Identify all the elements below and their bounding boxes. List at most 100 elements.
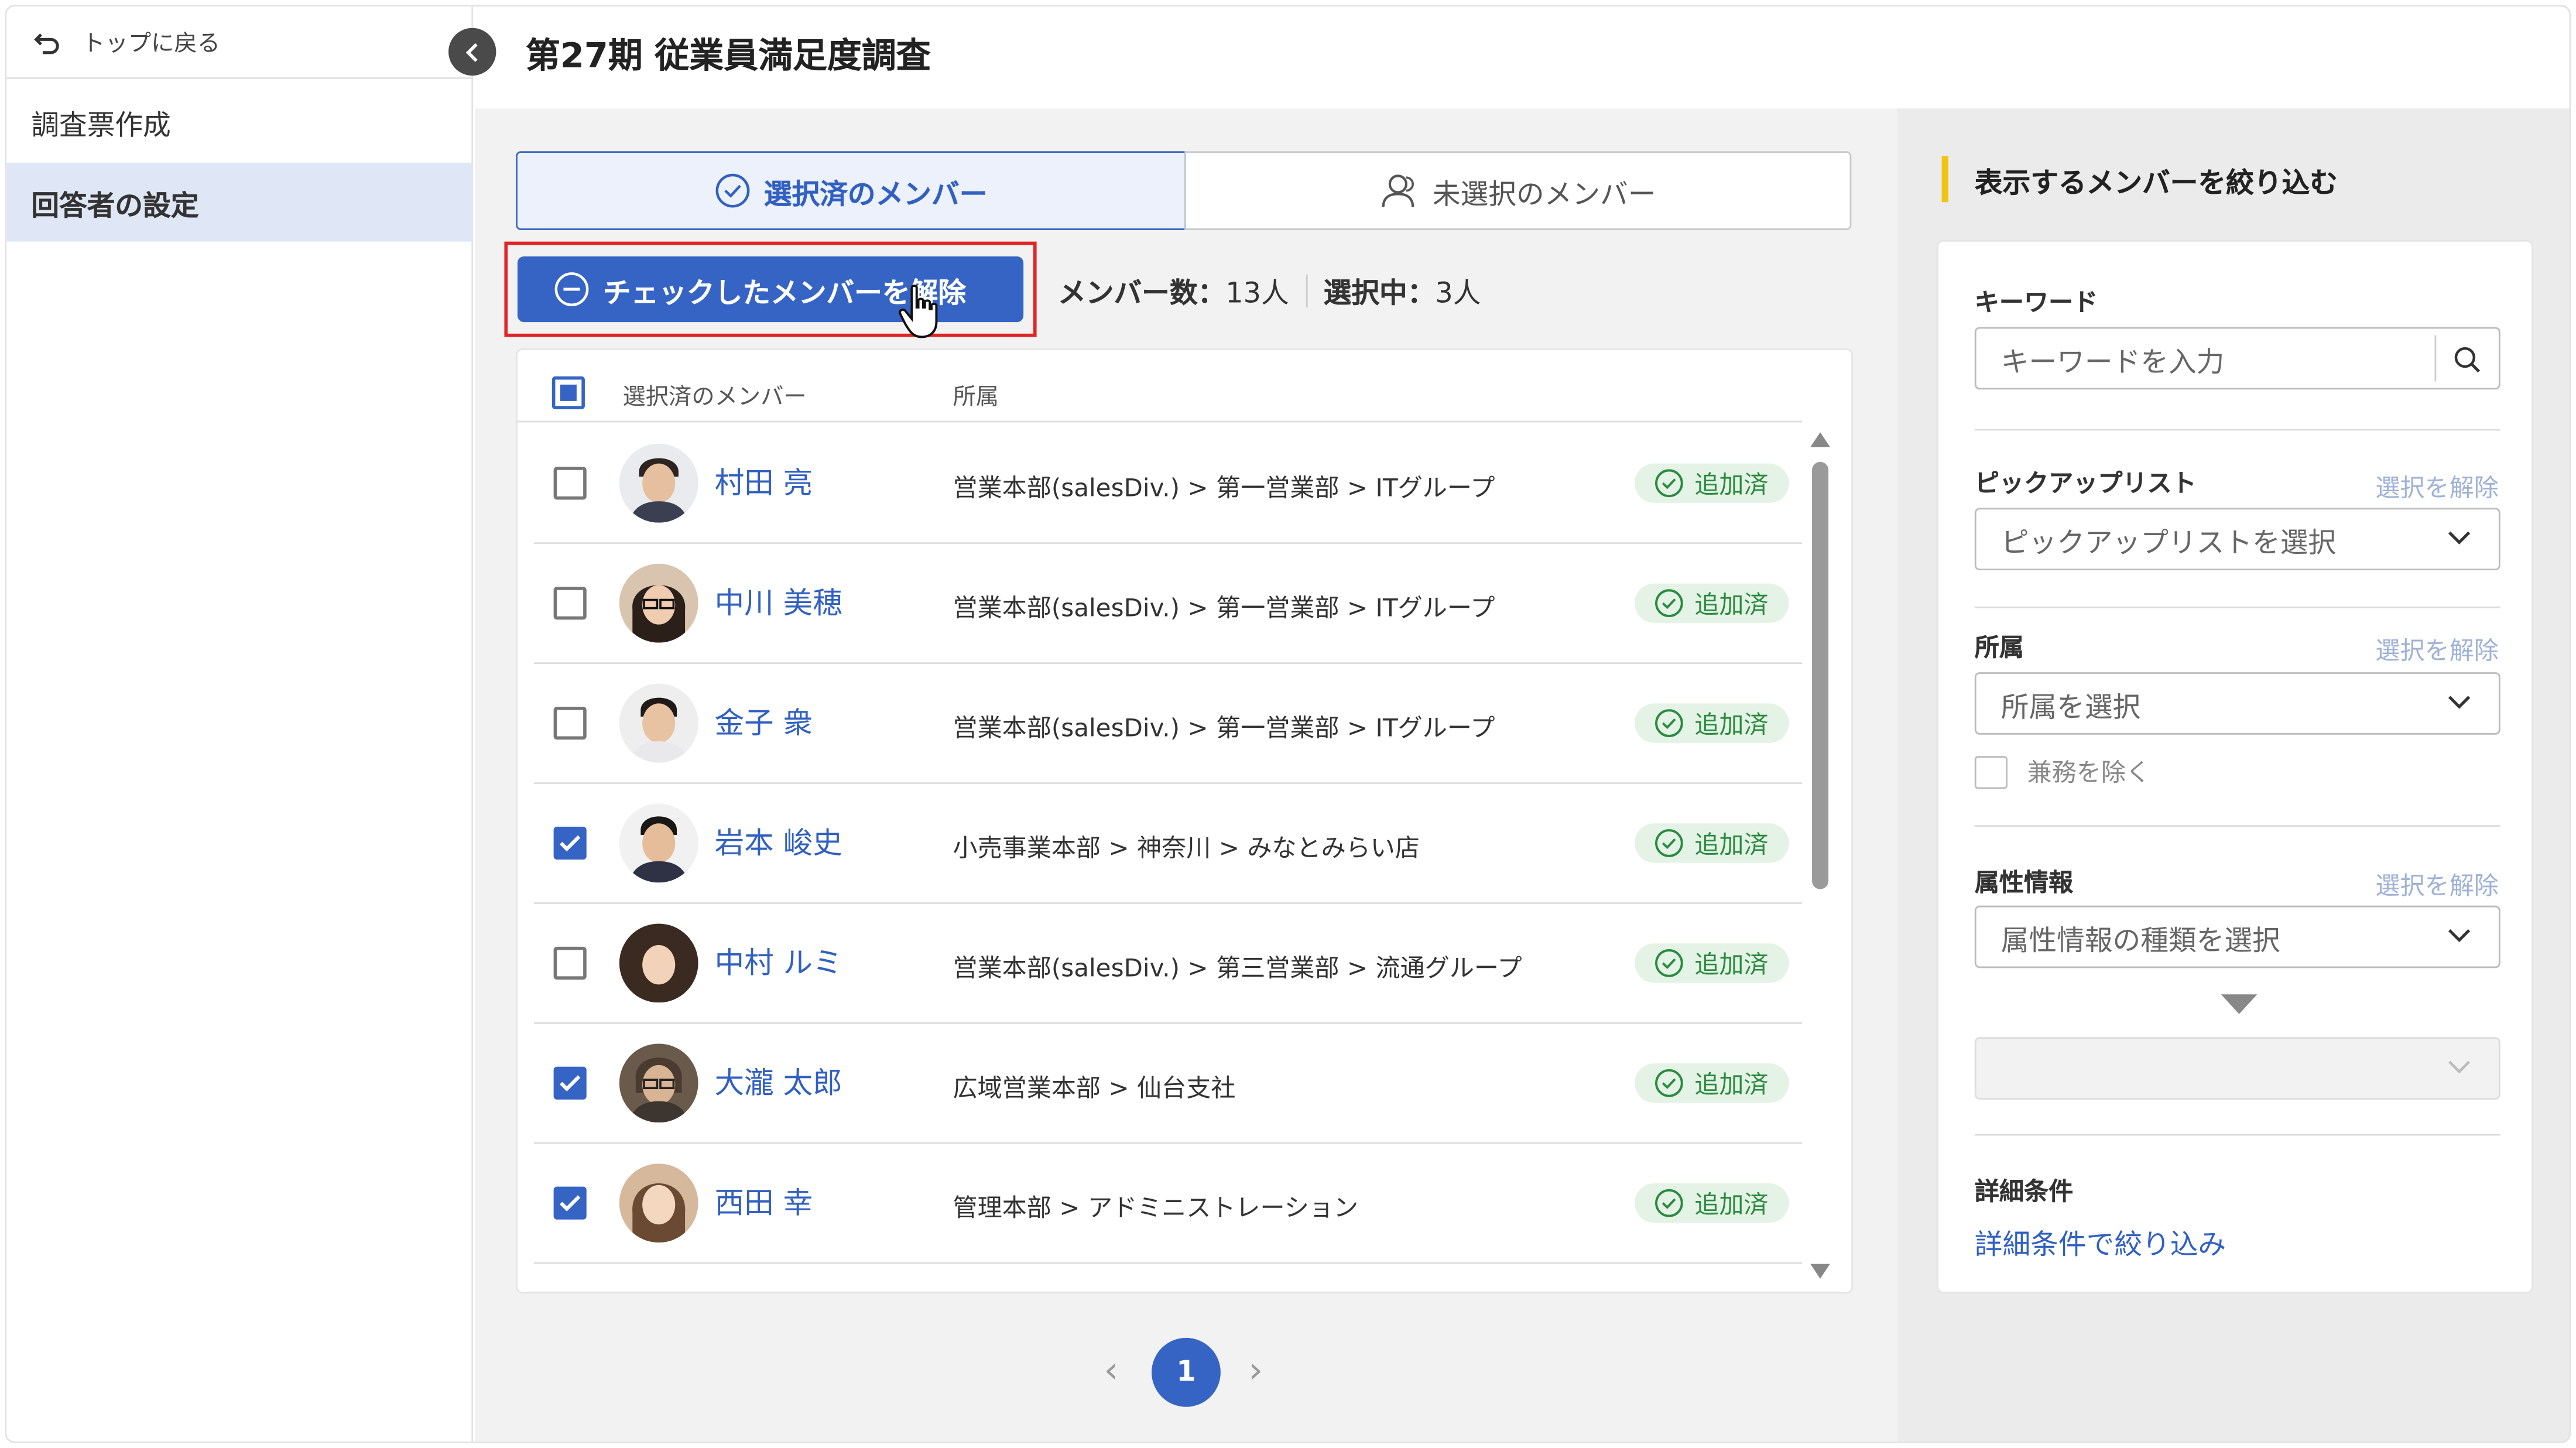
checkmark-icon [560,1075,581,1092]
divider [1974,1134,2500,1136]
avatar-photo [619,443,698,523]
keyword-placeholder: キーワードを入力 [2000,345,2225,379]
member-name[interactable]: 村田 亮 [715,460,813,503]
dept-select[interactable]: 所属を選択 [1974,672,2500,735]
member-dept: 営業本部(salesDiv.) > 第一営業部 > ITグループ [953,593,1495,623]
chevron-left-icon [465,42,477,61]
member-dept: 管理本部 > アドミニストレーション [953,1193,1359,1223]
sidebar-collapse-button[interactable] [448,28,496,76]
status-badge: 追加済 [1634,1183,1789,1223]
table-row: 大瀧 太郎 広域営業本部 > 仙台支社 追加済 [533,1024,1803,1144]
sidebar-item-survey-create[interactable]: 調査票作成 [6,82,473,161]
page-title: 第27期 従業員満足度調査 [525,36,931,76]
check-circle-icon [715,173,750,208]
row-checkbox[interactable] [553,587,587,620]
tab-unselected-members[interactable]: 未選択のメンバー [1184,151,1852,230]
uncheck-members-button[interactable]: チェックしたメンバーを解除 [517,256,1024,323]
page-prev-chevron-icon[interactable]: ‹ [1104,1351,1119,1392]
detail-label: 詳細条件 [1974,1176,2074,1207]
avatar [619,443,698,523]
member-count-value: 13人 [1225,278,1289,311]
dept-clear-link[interactable]: 選択を解除 [2375,633,2498,667]
search-icon[interactable] [2452,345,2482,375]
divider [1974,825,2500,827]
divider [1974,429,2500,431]
attribute-placeholder: 属性情報の種類を選択 [2000,924,2280,958]
dept-label: 所属 [1974,632,2025,663]
keyword-input[interactable]: キーワードを入力 [1974,327,2500,390]
member-name[interactable]: 西田 幸 [715,1180,813,1223]
status-label: 追加済 [1694,949,1769,979]
sidebar-item-respondent-settings[interactable]: 回答者の設定 [6,162,474,242]
pickup-placeholder: ピックアップリストを選択 [2000,526,2337,560]
member-name[interactable]: 中村 ルミ [715,940,842,983]
filter-card: キーワード キーワードを入力 ピックアップリスト 選択を解除 ピックアップリスト… [1937,239,2533,1294]
page-next-chevron-icon[interactable]: › [1249,1351,1263,1392]
avatar [619,683,698,763]
select-all-checkbox[interactable] [551,376,585,409]
selected-count-value: 3人 [1435,278,1481,311]
checkbox-box[interactable] [1974,755,2008,788]
row-checkbox[interactable] [553,1066,587,1100]
row-checkbox[interactable] [553,467,587,500]
check-circle-icon [1656,1189,1684,1217]
attribute-label: 属性情報 [1974,868,2074,898]
exclude-concurrent-checkbox[interactable]: 兼務を除く [1974,754,2151,789]
avatar-photo [619,803,698,883]
scroll-down-arrow-icon[interactable] [1810,1264,1830,1279]
scroll-up-arrow-icon[interactable] [1810,432,1830,447]
status-label: 追加済 [1694,589,1769,619]
back-to-top-link[interactable]: トップに戻る [6,6,474,79]
attribute-clear-link[interactable]: 選択を解除 [2375,868,2498,902]
avatar-photo [619,683,698,763]
row-checkbox[interactable] [553,707,587,740]
check-circle-icon [1656,949,1684,977]
avatar [619,923,698,1003]
table-row: 中村 ルミ 営業本部(salesDiv.) > 第三営業部 > 流通グループ 追… [533,904,1803,1024]
member-dept: 営業本部(salesDiv.) > 第一営業部 > ITグループ [953,713,1495,743]
member-name[interactable]: 中川 美穂 [715,580,842,623]
sidebar: トップに戻る 調査票作成 回答者の設定 [6,6,474,1442]
table-row: 岩本 峻史 小売事業本部 > 神奈川 > みなとみらい店 追加済 [533,784,1803,904]
check-circle-icon [1656,589,1684,618]
undo-arrow-icon [34,32,59,53]
member-dept: 小売事業本部 > 神奈川 > みなとみらい店 [953,833,1420,863]
detail-filter-link[interactable]: 詳細条件で絞り込み [1975,1221,2226,1262]
pickup-label: ピックアップリスト [1974,468,2197,498]
attribute-type-select[interactable]: 属性情報の種類を選択 [1974,905,2500,968]
avatar [619,803,698,883]
avatar-photo [619,923,698,1003]
chevron-down-icon [2448,1060,2471,1074]
pickup-clear-link[interactable]: 選択を解除 [2375,470,2498,505]
scroll-thumb[interactable] [1812,461,1829,889]
divider [1305,273,1307,307]
avatar-photo [619,1163,698,1243]
member-count-label: メンバー数： [1058,278,1226,311]
tab-selected-members[interactable]: 選択済のメンバー [516,151,1186,230]
row-checkbox[interactable] [553,1186,587,1220]
chevron-down-icon [2448,696,2471,709]
status-badge: 追加済 [1634,703,1789,743]
table-scrollbar[interactable] [1810,432,1830,1279]
row-checkbox[interactable] [553,826,587,860]
status-badge: 追加済 [1634,1063,1789,1103]
back-link-label: トップに戻る [82,30,221,57]
table-header: 選択済のメンバー 所属 [517,350,1803,423]
member-dept: 営業本部(salesDiv.) > 第三営業部 > 流通グループ [953,953,1522,983]
member-name[interactable]: 金子 衆 [715,700,813,743]
status-label: 追加済 [1694,709,1769,739]
pickup-select[interactable]: ピックアップリストを選択 [1974,508,2500,571]
hand-pointer-cursor-icon [899,285,938,338]
avatar [619,1163,698,1243]
check-circle-icon [1656,1069,1684,1097]
member-name[interactable]: 大瀧 太郎 [715,1060,842,1103]
check-circle-icon [1656,829,1684,857]
member-dept: 営業本部(salesDiv.) > 第一営業部 > ITグループ [953,473,1495,503]
member-name[interactable]: 岩本 峻史 [715,820,842,863]
exclude-concurrent-label: 兼務を除く [2027,758,2151,788]
tab-label: 未選択のメンバー [1432,178,1656,211]
row-checkbox[interactable] [553,946,587,980]
page-current[interactable]: 1 [1152,1337,1221,1407]
divider [1974,606,2500,608]
status-label: 追加済 [1694,469,1769,499]
